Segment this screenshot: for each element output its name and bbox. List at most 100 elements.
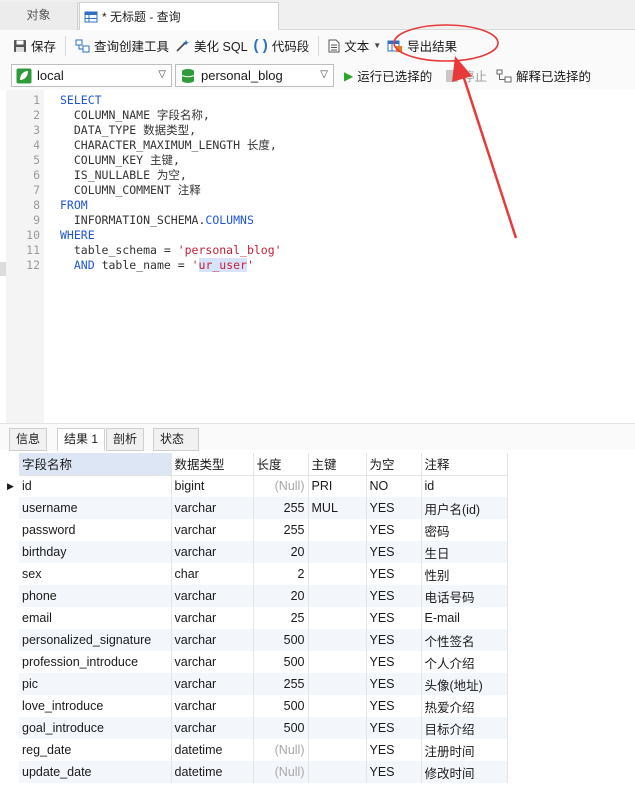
table-cell[interactable]: pic [19,673,172,695]
column-header[interactable]: 注释 [421,453,508,476]
table-cell[interactable]: varchar [171,497,254,519]
table-row[interactable]: phone varchar 20 YES 电话号码 [7,585,508,607]
code-line[interactable]: 11 table_schema = 'personal_blog' [6,243,635,258]
table-cell[interactable]: YES [366,563,422,585]
table-cell[interactable]: 性别 [421,563,508,585]
table-row[interactable]: sex char 2 YES 性别 [7,563,508,585]
tab-objects[interactable]: 对象 [0,2,78,30]
table-row[interactable]: update_date datetime (Null) YES 修改时间 [7,761,508,783]
table-cell[interactable]: phone [19,585,172,607]
explain-selected-button[interactable]: 解释已选择的 [496,66,591,85]
table-cell[interactable] [308,607,367,629]
table-cell[interactable]: varchar [171,651,254,673]
table-cell[interactable]: 个性签名 [421,629,508,651]
table-cell[interactable]: varchar [171,607,254,629]
table-cell[interactable]: (Null) [253,761,309,783]
query-builder-button[interactable]: 查询创建工具 [72,34,172,58]
code-line[interactable]: 2 COLUMN_NAME 字段名称, [6,108,635,123]
table-cell[interactable]: 20 [253,541,309,563]
table-cell[interactable]: sex [19,563,172,585]
table-cell[interactable]: bigint [171,475,254,497]
table-cell[interactable]: YES [366,585,422,607]
table-row[interactable]: personalized_signature varchar 500 YES 个性签名 [7,629,508,651]
code-line[interactable]: 12 AND table_name = 'ur_user' [6,258,635,273]
table-cell[interactable]: love_introduce [19,695,172,717]
tab-status[interactable]: 状态 [153,428,199,451]
table-cell[interactable] [308,739,367,761]
table-cell[interactable] [308,629,367,651]
table-cell[interactable]: 目标介绍 [421,717,508,739]
table-row[interactable]: email varchar 25 YES E-mail [7,607,508,629]
tab-profile[interactable]: 剖析 [106,428,145,451]
table-row[interactable]: ▶ id bigint (Null) PRI NO id [7,475,508,497]
table-cell[interactable]: YES [366,739,422,761]
code-line[interactable]: 6 IS_NULLABLE 为空, [6,168,635,183]
column-header[interactable]: 长度 [253,453,309,476]
save-button[interactable]: 保存 [10,34,59,58]
table-cell[interactable]: reg_date [19,739,172,761]
beautify-sql-button[interactable]: 美化 SQL [172,34,251,58]
code-snippet-button[interactable]: ( ) 代码段 [251,34,313,58]
table-cell[interactable]: 个人介绍 [421,651,508,673]
table-cell[interactable] [308,585,367,607]
table-cell[interactable]: varchar [171,629,254,651]
table-cell[interactable]: 255 [253,497,309,519]
table-cell[interactable]: (Null) [253,739,309,761]
code-line[interactable]: 4 CHARACTER_MAXIMUM_LENGTH 长度, [6,138,635,153]
table-cell[interactable]: varchar [171,717,254,739]
table-cell[interactable]: password [19,519,172,541]
table-row[interactable]: password varchar 255 YES 密码 [7,519,508,541]
table-cell[interactable]: 电话号码 [421,585,508,607]
table-cell[interactable]: PRI [308,475,367,497]
table-cell[interactable]: YES [366,673,422,695]
table-cell[interactable]: personalized_signature [19,629,172,651]
table-cell[interactable]: 20 [253,585,309,607]
table-cell[interactable]: YES [366,761,422,783]
table-cell[interactable]: 500 [253,717,309,739]
table-cell[interactable]: 头像(地址) [421,673,508,695]
column-header[interactable]: 数据类型 [171,453,254,476]
table-cell[interactable]: MUL [308,497,367,519]
run-selected-button[interactable]: ▶ 运行已选择的 [344,66,432,85]
table-cell[interactable]: birthday [19,541,172,563]
table-cell[interactable]: datetime [171,739,254,761]
table-row[interactable]: birthday varchar 20 YES 生日 [7,541,508,563]
table-cell[interactable]: id [19,475,172,497]
table-cell[interactable]: char [171,563,254,585]
table-cell[interactable]: YES [366,629,422,651]
table-row[interactable]: profession_introduce varchar 500 YES 个人介绍 [7,651,508,673]
table-cell[interactable]: profession_introduce [19,651,172,673]
table-cell[interactable]: (Null) [253,475,309,497]
code-line[interactable]: 8 FROM [6,198,635,213]
table-cell[interactable]: varchar [171,585,254,607]
table-cell[interactable]: YES [366,519,422,541]
code-line[interactable]: 1 SELECT [6,93,635,108]
code-line[interactable]: 9 INFORMATION_SCHEMA.COLUMNS [6,213,635,228]
column-header[interactable]: 字段名称 [19,453,172,476]
code-line[interactable]: 3 DATA_TYPE 数据类型, [6,123,635,138]
table-cell[interactable]: email [19,607,172,629]
sql-code-lines[interactable]: 1 SELECT 2 COLUMN_NAME 字段名称, 3 DATA_TYPE 数据… [6,93,635,273]
database-select[interactable]: personal_blog ▽ [175,64,334,87]
table-cell[interactable] [308,651,367,673]
table-cell[interactable] [308,761,367,783]
export-results-button[interactable]: 导出结果 [384,34,460,58]
code-line[interactable]: 10 WHERE [6,228,635,243]
tab-result-1[interactable]: 结果 1 [57,428,106,451]
table-cell[interactable]: 2 [253,563,309,585]
table-cell[interactable] [308,695,367,717]
column-header[interactable]: 为空 [366,453,422,476]
table-cell[interactable] [308,519,367,541]
table-cell[interactable]: YES [366,651,422,673]
code-line[interactable]: 5 COLUMN_KEY 主键, [6,153,635,168]
table-cell[interactable]: 密码 [421,519,508,541]
table-cell[interactable]: 用户名(id) [421,497,508,519]
table-cell[interactable]: E-mail [421,607,508,629]
table-cell[interactable]: 修改时间 [421,761,508,783]
table-cell[interactable]: NO [366,475,422,497]
tab-info[interactable]: 信息 [9,428,48,451]
table-cell[interactable]: 500 [253,695,309,717]
table-cell[interactable]: update_date [19,761,172,783]
table-cell[interactable]: YES [366,717,422,739]
table-cell[interactable]: YES [366,607,422,629]
